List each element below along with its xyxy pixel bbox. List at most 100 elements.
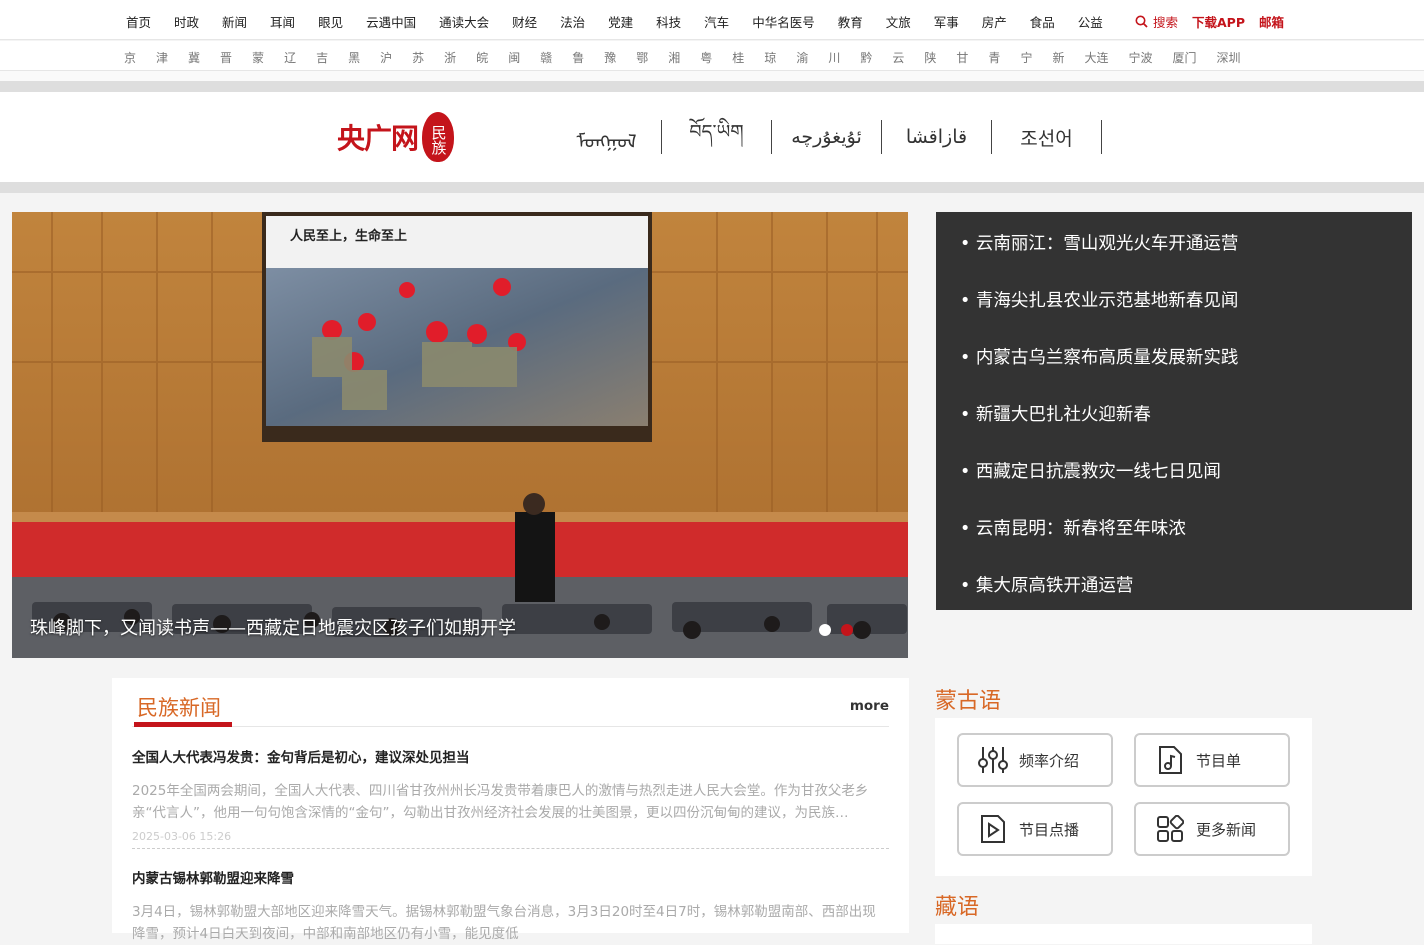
tibet-section-title: 藏语 bbox=[935, 895, 980, 920]
on-demand-button[interactable]: 节目点播 bbox=[957, 802, 1113, 856]
slide-dot-2[interactable] bbox=[841, 624, 853, 636]
region-link[interactable]: 辽 bbox=[284, 49, 296, 66]
region-link[interactable]: 蒙 bbox=[252, 49, 264, 66]
headline-item[interactable]: • 青海尖扎县农业示范基地新春见闻 bbox=[960, 287, 1238, 312]
region-link[interactable]: 青 bbox=[988, 49, 1000, 66]
top-nav-item[interactable]: 食品 bbox=[1030, 12, 1055, 31]
hero-caption[interactable]: 珠峰脚下，又闻读书声——西藏定日地震灾区孩子们如期开学 bbox=[30, 614, 516, 640]
region-link[interactable]: 宁 bbox=[1020, 49, 1032, 66]
headline-item[interactable]: • 内蒙古乌兰察布高质量发展新实践 bbox=[960, 344, 1238, 369]
region-link[interactable]: 渝 bbox=[796, 49, 808, 66]
region-link[interactable]: 冀 bbox=[188, 49, 200, 66]
region-link[interactable]: 晋 bbox=[220, 49, 232, 66]
top-nav-item[interactable]: 公益 bbox=[1078, 12, 1103, 31]
region-link[interactable]: 云 bbox=[892, 49, 904, 66]
top-nav-item[interactable]: 财经 bbox=[512, 12, 537, 31]
region-link[interactable]: 皖 bbox=[476, 49, 488, 66]
program-list-button[interactable]: 节目单 bbox=[1134, 733, 1290, 787]
top-nav-right: 搜索 下载APP 邮箱 bbox=[1121, 12, 1284, 31]
top-nav-item[interactable]: 党建 bbox=[608, 12, 633, 31]
region-link[interactable]: 粤 bbox=[700, 49, 712, 66]
region-link[interactable]: 鲁 bbox=[572, 49, 584, 66]
region-link[interactable]: 深圳 bbox=[1217, 49, 1241, 66]
region-link[interactable]: 鄂 bbox=[636, 49, 648, 66]
language-link[interactable]: བོད་ཡིག bbox=[662, 120, 772, 154]
search-icon bbox=[1135, 15, 1148, 28]
top-nav-item[interactable]: 军事 bbox=[934, 12, 959, 31]
region-link[interactable]: 川 bbox=[828, 49, 840, 66]
language-link[interactable]: 조선어 bbox=[992, 120, 1102, 154]
top-nav-item[interactable]: 房产 bbox=[982, 12, 1007, 31]
region-link[interactable]: 陕 bbox=[924, 49, 936, 66]
mongol-panel: 频率介绍 节目单 节目点播 更多新闻 bbox=[935, 718, 1312, 876]
site-logo[interactable]: 央广网 民族 bbox=[337, 112, 455, 162]
headline-item[interactable]: • 西藏定日抗震救灾一线七日见闻 bbox=[960, 458, 1221, 483]
top-nav-item[interactable]: 眼见 bbox=[318, 12, 343, 31]
language-link[interactable]: قازاقشا bbox=[882, 120, 992, 154]
top-nav-item[interactable]: 文旅 bbox=[886, 12, 911, 31]
minzu-news-panel: 民族新闻 more 全国人大代表冯发贵：金句背后是初心，建议深处见担当 2025… bbox=[112, 678, 909, 942]
search-link[interactable]: 搜索 bbox=[1135, 12, 1178, 31]
download-app-link[interactable]: 下载APP bbox=[1192, 12, 1245, 31]
top-nav-item[interactable]: 汽车 bbox=[704, 12, 729, 31]
headline-item[interactable]: • 集大原高铁开通运营 bbox=[960, 572, 1133, 597]
logo-text: 央广网 bbox=[337, 122, 419, 155]
top-nav: 首页 时政 新闻 耳闻 眼见 云遇中国 通读大会 财经 法治 党建 科技 汽车 中华名医号 教育 文旅 军事 房… bbox=[0, 0, 1424, 40]
top-nav-item[interactable]: 云遇中国 bbox=[366, 12, 416, 31]
headline-item[interactable]: • 新疆大巴扎社火迎新春 bbox=[960, 401, 1151, 426]
region-link[interactable]: 黔 bbox=[860, 49, 872, 66]
news-headline[interactable]: 内蒙古锡林郭勒盟迎来降雪 bbox=[132, 867, 889, 887]
news-item: 全国人大代表冯发贵：金句背后是初心，建议深处见担当 2025年全国两会期间，全国… bbox=[132, 746, 889, 849]
region-link[interactable]: 大连 bbox=[1084, 49, 1108, 66]
brand-header: 央广网 民族 ᠮᠣᠩᠭᠣᠯ བོད་ཡིག ئۇيغۇرچە قازاقشا 조선어 bbox=[0, 92, 1424, 182]
hero-slideshow[interactable]: 人民至上，生命至上 珠峰脚下，又闻读书声——西藏定日地震灾区孩子们如期开学 bbox=[12, 212, 908, 658]
region-link[interactable]: 赣 bbox=[540, 49, 552, 66]
news-headline[interactable]: 全国人大代表冯发贵：金句背后是初心，建议深处见担当 bbox=[132, 746, 889, 766]
region-link[interactable]: 沪 bbox=[380, 49, 392, 66]
region-link[interactable]: 津 bbox=[156, 49, 168, 66]
divider-band bbox=[0, 182, 1424, 193]
top-nav-item[interactable]: 耳闻 bbox=[270, 12, 295, 31]
top-nav-item[interactable]: 首页 bbox=[126, 12, 151, 31]
region-link[interactable]: 吉 bbox=[316, 49, 328, 66]
slide-dot-1[interactable] bbox=[819, 624, 831, 636]
region-link[interactable]: 新 bbox=[1052, 49, 1064, 66]
more-news-button[interactable]: 更多新闻 bbox=[1134, 802, 1290, 856]
title-accent-bar bbox=[134, 722, 232, 727]
frequency-intro-button[interactable]: 频率介绍 bbox=[957, 733, 1113, 787]
mail-link[interactable]: 邮箱 bbox=[1259, 12, 1284, 31]
region-link[interactable]: 甘 bbox=[956, 49, 968, 66]
top-nav-item[interactable]: 教育 bbox=[838, 12, 863, 31]
top-nav-item[interactable]: 时政 bbox=[174, 12, 199, 31]
region-link[interactable]: 桂 bbox=[732, 49, 744, 66]
top-nav-item[interactable]: 科技 bbox=[656, 12, 681, 31]
language-link[interactable]: ئۇيغۇرچە bbox=[772, 120, 882, 154]
top-nav-item[interactable]: 通读大会 bbox=[439, 12, 489, 31]
region-link[interactable]: 浙 bbox=[444, 49, 456, 66]
region-link[interactable]: 黑 bbox=[348, 49, 360, 66]
grid-icon bbox=[1152, 815, 1188, 843]
region-link[interactable]: 宁波 bbox=[1128, 49, 1152, 66]
more-link[interactable]: more bbox=[850, 698, 889, 714]
button-label: 节目点播 bbox=[1019, 820, 1080, 839]
mongol-section-title: 蒙古语 bbox=[935, 689, 1002, 714]
news-summary: 2025年全国两会期间，全国人大代表、四川省甘孜州州长冯发贵带着康巴人的激情与热… bbox=[132, 783, 869, 821]
top-nav-item[interactable]: 中华名医号 bbox=[752, 12, 815, 31]
region-link[interactable]: 苏 bbox=[412, 49, 424, 66]
button-label: 节目单 bbox=[1196, 751, 1242, 770]
region-link[interactable]: 京 bbox=[124, 49, 136, 66]
top-nav-item[interactable]: 新闻 bbox=[222, 12, 247, 31]
region-link[interactable]: 闽 bbox=[508, 49, 520, 66]
headline-item[interactable]: • 云南昆明：新春将至年味浓 bbox=[960, 515, 1186, 540]
headline-item[interactable]: • 云南丽江：雪山观光火车开通运营 bbox=[960, 230, 1238, 255]
music-file-icon bbox=[1152, 745, 1188, 775]
region-link[interactable]: 厦门 bbox=[1173, 49, 1197, 66]
region-link[interactable]: 琼 bbox=[764, 49, 776, 66]
language-link[interactable]: ᠮᠣᠩᠭᠣᠯ bbox=[552, 120, 662, 154]
sliders-icon bbox=[975, 745, 1011, 775]
top-nav-item[interactable]: 法治 bbox=[560, 12, 585, 31]
news-summary: 3月4日，锡林郭勒盟大部地区迎来降雪天气。据锡林郭勒盟气象台消息，3月3日20时… bbox=[132, 904, 876, 942]
region-link[interactable]: 豫 bbox=[604, 49, 616, 66]
region-link[interactable]: 湘 bbox=[668, 49, 680, 66]
language-links: ᠮᠣᠩᠭᠣᠯ བོད་ཡིག ئۇيغۇرچە قازاقشا 조선어 bbox=[552, 120, 1102, 154]
